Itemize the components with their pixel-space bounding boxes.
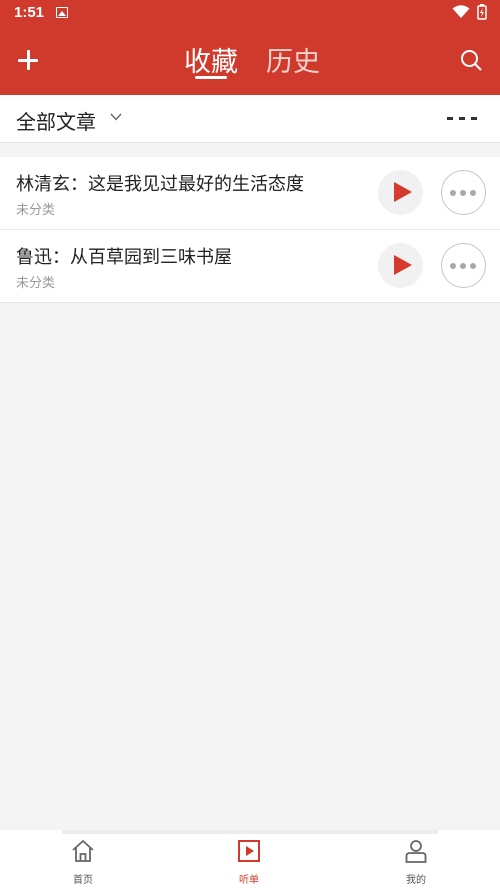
- status-bar: 1:51: [0, 0, 500, 26]
- more-dots-icon: [450, 190, 456, 196]
- play-button[interactable]: [378, 243, 423, 288]
- chevron-down-icon[interactable]: [110, 113, 122, 121]
- list-item[interactable]: 鲁迅：从百草园到三味书屋 未分类: [0, 230, 500, 303]
- profile-icon: [405, 840, 427, 863]
- category-filter-dropdown[interactable]: 全部文章: [16, 106, 96, 135]
- nav-profile-label: 我的: [406, 875, 426, 886]
- home-icon: [72, 840, 94, 862]
- playlist-icon: [238, 840, 260, 862]
- app-header: 1:51 收藏 历史: [0, 0, 500, 95]
- title-bar: 收藏 历史: [0, 26, 500, 95]
- more-button[interactable]: [441, 243, 486, 288]
- nav-playlist[interactable]: 听单: [219, 836, 279, 886]
- tab-favorites[interactable]: 收藏: [184, 40, 238, 79]
- article-title[interactable]: 鲁迅：从百草园到三味书屋: [16, 243, 232, 269]
- battery-icon: [477, 4, 487, 20]
- more-options-icon[interactable]: [447, 117, 477, 120]
- list-item[interactable]: 林清玄：这是我见过最好的生活态度 未分类: [0, 157, 500, 230]
- play-icon: [394, 182, 412, 202]
- play-button[interactable]: [378, 170, 423, 215]
- add-button[interactable]: [14, 46, 42, 74]
- nav-playlist-label: 听单: [239, 875, 259, 886]
- active-tab-indicator: [195, 76, 227, 79]
- nav-home-label: 首页: [73, 875, 93, 886]
- more-dots-icon: [450, 263, 456, 269]
- article-category: 未分类: [16, 276, 56, 291]
- tab-history[interactable]: 历史: [266, 40, 320, 79]
- more-button[interactable]: [441, 170, 486, 215]
- article-title[interactable]: 林清玄：这是我见过最好的生活态度: [16, 170, 304, 196]
- bottom-navigation: 首页 听单 我的: [0, 830, 500, 888]
- status-time: 1:51: [14, 4, 45, 21]
- article-category: 未分类: [16, 203, 56, 218]
- nav-home[interactable]: 首页: [53, 836, 113, 886]
- gallery-notification-icon: [56, 7, 68, 18]
- search-icon[interactable]: [459, 48, 483, 72]
- filter-bar: 全部文章: [0, 95, 500, 143]
- wifi-icon: [452, 5, 470, 18]
- play-icon: [394, 255, 412, 275]
- article-list: 林清玄：这是我见过最好的生活态度 未分类 鲁迅：从百草园到三味书屋 未分类: [0, 157, 500, 303]
- nav-profile[interactable]: 我的: [386, 836, 446, 886]
